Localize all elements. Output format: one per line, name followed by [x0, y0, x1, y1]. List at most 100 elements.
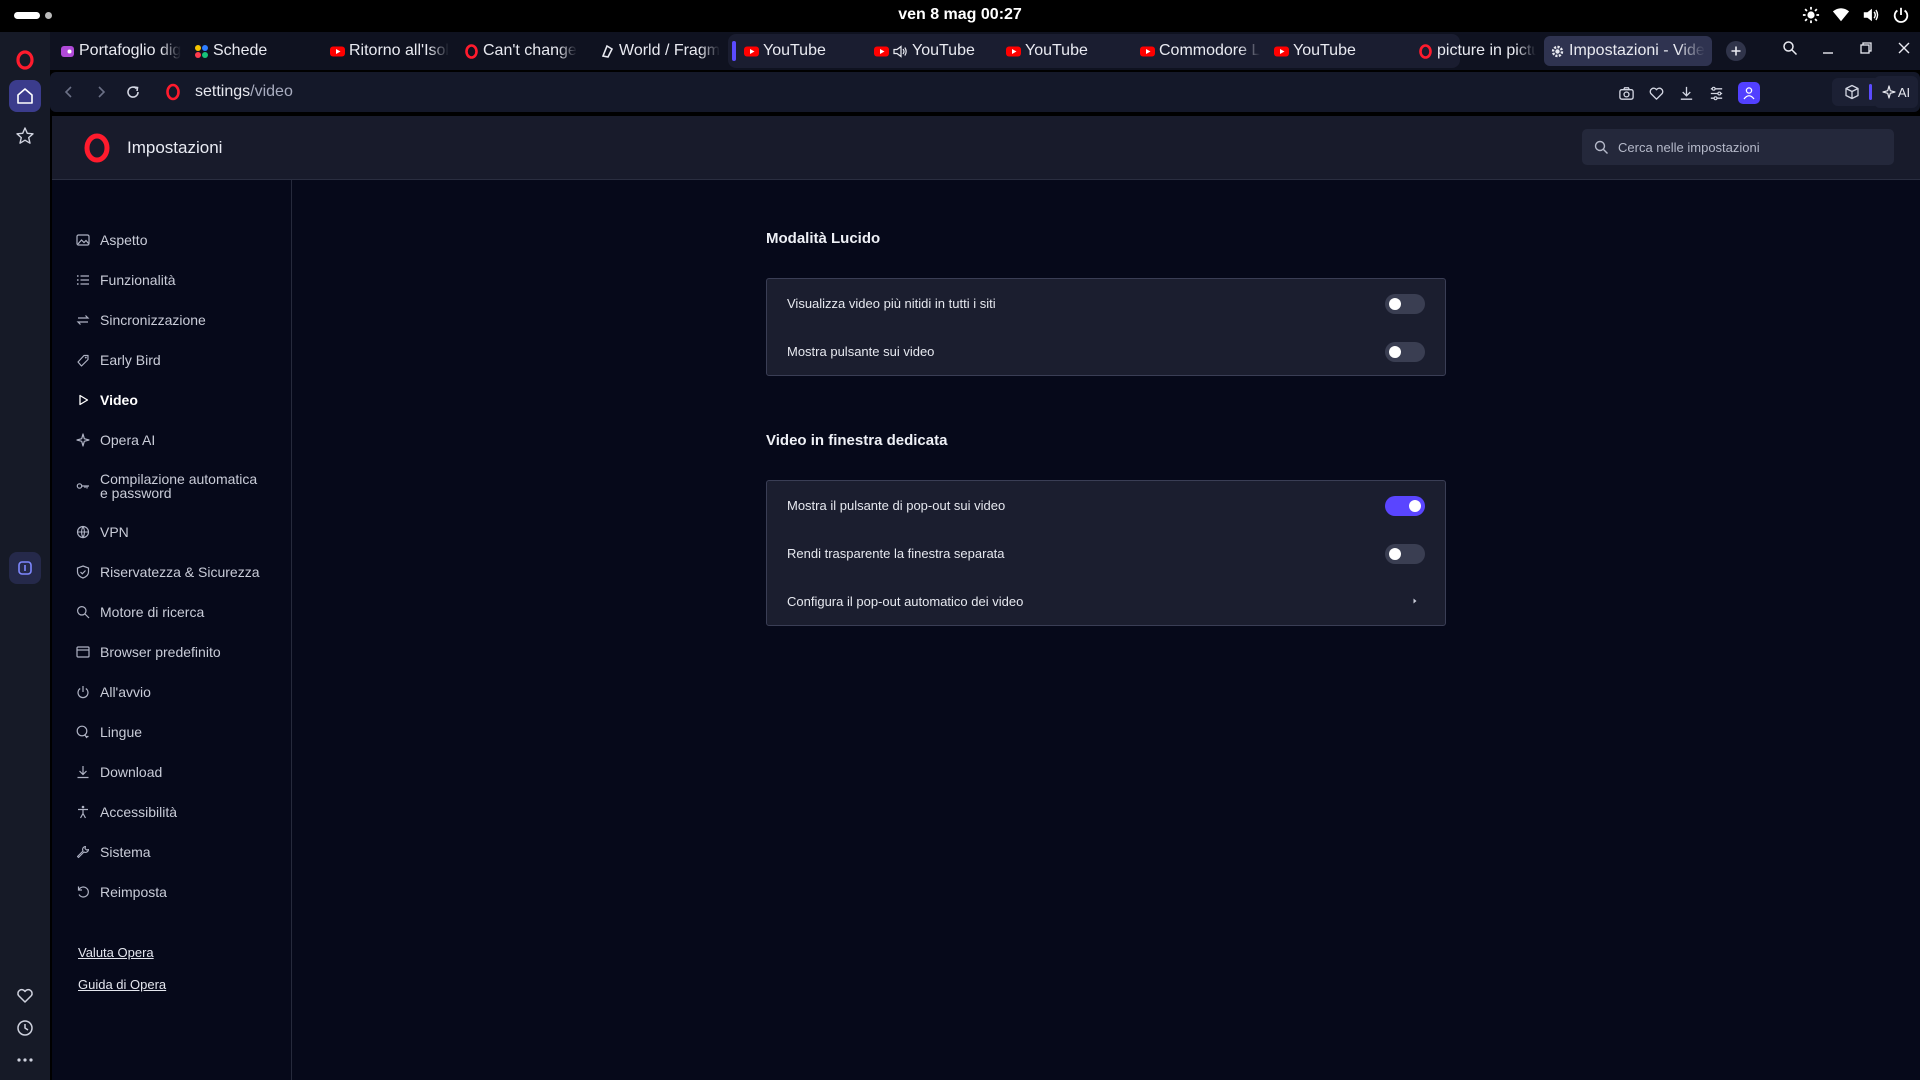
toggle-knob [1389, 298, 1401, 310]
system-tray[interactable] [1802, 6, 1910, 24]
reset-icon [76, 885, 90, 899]
setting-row[interactable]: Rendi trasparente la finestra separata [767, 529, 1445, 577]
nav-item-sistema[interactable]: Sistema [76, 844, 151, 860]
language-icon [76, 725, 90, 739]
new-tab-button[interactable] [1726, 41, 1746, 61]
tab[interactable]: Schede [188, 36, 308, 66]
history-button[interactable] [9, 1012, 41, 1044]
rate-opera-link[interactable]: Valuta Opera [78, 945, 154, 960]
nav-item-sincronizzazione[interactable]: Sincronizzazione [76, 312, 206, 328]
nav-item-browser-predefinito[interactable]: Browser predefinito [76, 644, 221, 660]
tab-title: Impostazioni - Vide [1569, 42, 1705, 59]
sparkle-icon [76, 433, 90, 447]
reload-button[interactable] [124, 83, 142, 101]
bookmarks-button[interactable] [9, 980, 41, 1012]
tab[interactable]: YouTube [738, 36, 864, 66]
nav-item-label: Accessibilità [100, 804, 178, 820]
home-icon [17, 88, 33, 104]
popout-button-toggle[interactable] [1385, 496, 1425, 516]
sidebar-extension-button[interactable] [9, 552, 41, 584]
tab[interactable]: YouTube [1000, 36, 1126, 66]
nav-item-opera-ai[interactable]: Opera AI [76, 432, 155, 448]
power-menu-icon [1893, 7, 1909, 23]
system-clock[interactable]: ven 8 mag 00:27 [0, 6, 1920, 24]
nav-item-lingue[interactable]: Lingue [76, 724, 142, 740]
tab[interactable]: Portafoglio dig [54, 36, 184, 66]
nav-item-allavvio[interactable]: All'avvio [76, 684, 151, 700]
tab-search-icon[interactable] [1782, 40, 1798, 56]
setting-row[interactable]: Visualizza video più nitidi in tutti i s… [767, 279, 1445, 327]
image-icon [76, 233, 90, 247]
nav-item-riservatezza[interactable]: Riservatezza & Sicurezza [76, 564, 260, 580]
accessibility-icon [76, 805, 90, 819]
youtube-favicon-icon [1140, 44, 1155, 59]
system-top-bar: ven 8 mag 00:27 [0, 0, 1920, 32]
tab-active[interactable]: Impostazioni - Vide [1544, 36, 1712, 66]
sharper-video-toggle[interactable] [1385, 294, 1425, 314]
nav-item-video[interactable]: Video [76, 392, 138, 408]
auto-popout-link-row[interactable]: Configura il pop-out automatico dei vide… [767, 577, 1445, 625]
settings-page: Impostazioni Cerca nelle impostazioni As… [52, 116, 1920, 1080]
nav-item-reimposta[interactable]: Reimposta [76, 884, 167, 900]
setting-row[interactable]: Mostra pulsante sui video [767, 327, 1445, 375]
nav-item-compilazione[interactable]: Compilazione automatica e password [76, 472, 257, 500]
minimize-icon[interactable] [1820, 40, 1836, 56]
tab-strip: Portafoglio dig Schede Ritorno all'Isol … [50, 32, 1920, 70]
tab-title: picture in pictu [1437, 42, 1536, 59]
url-field[interactable]: settings/video [195, 83, 293, 101]
home-button[interactable] [9, 80, 41, 112]
nav-item-label: Funzionalità [100, 272, 176, 288]
night-light-icon [1802, 6, 1820, 24]
transparent-window-toggle[interactable] [1385, 544, 1425, 564]
restore-icon[interactable] [1858, 40, 1874, 56]
nav-item-vpn[interactable]: VPN [76, 524, 129, 540]
show-button-on-video-toggle[interactable] [1385, 342, 1425, 362]
camera-icon[interactable] [1618, 85, 1635, 102]
back-button[interactable] [60, 83, 78, 101]
aria-ai-button[interactable]: AI [1874, 76, 1918, 108]
nav-item-download[interactable]: Download [76, 764, 162, 780]
url-host: settings [195, 83, 251, 100]
tab[interactable]: picture in pictu [1412, 36, 1536, 66]
sidebar-more-button[interactable] [9, 1044, 41, 1076]
close-icon[interactable] [1896, 40, 1912, 56]
nav-item-motore-ricerca[interactable]: Motore di ricerca [76, 604, 204, 620]
bookmark-heart-icon[interactable] [1648, 85, 1665, 102]
nav-item-early-bird[interactable]: Early Bird [76, 352, 161, 368]
setting-label: Configura il pop-out automatico dei vide… [787, 593, 1024, 609]
tab[interactable]: Can't change [458, 36, 592, 66]
extensions-button[interactable] [1832, 78, 1880, 106]
nav-item-accessibilita[interactable]: Accessibilità [76, 804, 177, 820]
nav-item-funzionalita[interactable]: Funzionalità [76, 272, 176, 288]
tab[interactable]: Ritorno all'Isol [324, 36, 456, 66]
address-bar-actions [1618, 82, 1760, 104]
tab[interactable]: World / Fragm [594, 36, 724, 66]
tab-title: Commodore L [1159, 42, 1261, 59]
user-icon [1743, 87, 1755, 100]
opera-badge-icon[interactable] [165, 83, 181, 101]
opera-help-link[interactable]: Guida di Opera [78, 977, 166, 992]
profile-button[interactable] [1738, 82, 1760, 104]
youtube-favicon-icon [330, 44, 345, 59]
download-icon[interactable] [1678, 85, 1695, 102]
window-controls [1782, 40, 1912, 56]
plus-icon [1731, 46, 1741, 56]
volume-icon [1863, 8, 1879, 22]
easy-setup-icon[interactable] [1708, 85, 1725, 102]
nav-item-label: Riservatezza & Sicurezza [100, 564, 260, 580]
nav-item-aspetto[interactable]: Aspetto [76, 232, 147, 248]
tab[interactable]: Commodore L [1134, 36, 1266, 66]
setting-row[interactable]: Mostra il pulsante di pop-out sui video [767, 481, 1445, 529]
toggle-knob [1389, 346, 1401, 358]
forward-button[interactable] [92, 83, 110, 101]
opera-menu-button[interactable] [9, 44, 41, 76]
tab[interactable]: YouTube [868, 36, 998, 66]
gear-favicon-icon [1550, 44, 1565, 59]
speed-dial-button[interactable] [9, 120, 41, 152]
settings-search-input[interactable]: Cerca nelle impostazioni [1582, 129, 1894, 165]
tab[interactable]: YouTube [1268, 36, 1402, 66]
speaker-playing-icon[interactable] [893, 44, 908, 59]
extension-indicator [1869, 84, 1872, 100]
tab-group-marker[interactable] [732, 41, 736, 61]
ai-label: AI [1897, 84, 1911, 100]
